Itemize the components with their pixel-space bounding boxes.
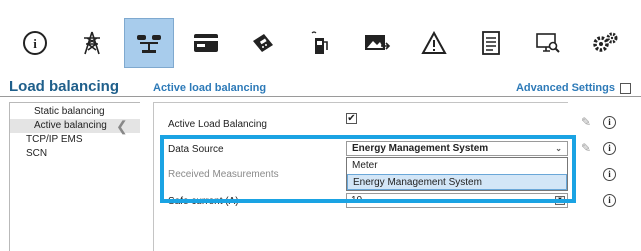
sidebar-item-active-balancing[interactable]: Active balancing ❮ <box>10 119 140 133</box>
charging-station-icon <box>311 31 328 54</box>
transfer-tab[interactable] <box>352 18 402 68</box>
sidebar-item-static-balancing[interactable]: Static balancing <box>10 103 140 119</box>
header-divider <box>0 96 641 97</box>
warning-icon <box>421 31 447 54</box>
load-balancing-tab[interactable] <box>124 18 174 68</box>
svg-text:i: i <box>33 36 37 51</box>
advanced-settings-toggle[interactable]: Advanced Settings <box>516 82 631 94</box>
checkmark-icon: ✔ <box>347 113 356 124</box>
active-load-balancing-checkbox[interactable]: ✔ <box>346 113 357 124</box>
card-tab[interactable] <box>181 18 231 68</box>
document-icon <box>482 31 500 55</box>
charging-tab[interactable] <box>295 18 345 68</box>
info-circle-icon[interactable]: i <box>603 142 616 155</box>
sidebar-item-label: TCP/IP EMS <box>26 134 83 145</box>
sidebar-item-tcpip-ems[interactable]: TCP/IP EMS <box>10 133 140 147</box>
section-subtitle: Active load balancing <box>153 82 267 94</box>
info-circle-icon[interactable]: i <box>603 168 616 181</box>
highlight-box <box>160 135 576 203</box>
warning-tab[interactable] <box>409 18 459 68</box>
power-tower-icon <box>84 31 100 55</box>
sidebar-item-label: Active balancing <box>34 120 107 131</box>
sidebar-item-label: Static balancing <box>34 106 105 117</box>
monitor-search-icon <box>536 33 560 53</box>
edit-pencil-icon[interactable]: ✎ <box>581 141 591 155</box>
card-icon <box>194 34 218 52</box>
sidebar-item-label: SCN <box>26 148 48 159</box>
info-tab[interactable]: i <box>10 18 60 68</box>
image-transfer-icon <box>365 35 391 50</box>
edit-pencil-icon[interactable]: ✎ <box>581 115 591 129</box>
advanced-settings-checkbox[interactable] <box>620 82 631 94</box>
active-load-balancing-label: Active Load Balancing <box>168 119 267 130</box>
load-balancing-icon <box>137 35 161 53</box>
advanced-settings-label: Advanced Settings <box>515 82 615 94</box>
toolbar: i <box>0 0 641 72</box>
payment-tab[interactable] <box>238 18 288 68</box>
info-circle-icon[interactable]: i <box>603 116 616 129</box>
sidebar: Static balancing Active balancing ❮ TCP/… <box>9 102 140 251</box>
grid-tab[interactable] <box>67 18 117 68</box>
sidebar-item-scn[interactable]: SCN <box>10 147 140 161</box>
settings-tab[interactable] <box>580 18 630 68</box>
document-tab[interactable] <box>466 18 516 68</box>
info-icon: i <box>23 31 47 55</box>
monitor-tab[interactable] <box>523 18 573 68</box>
page-title: Load balancing <box>9 78 120 95</box>
payment-terminal-icon <box>253 34 273 52</box>
chevron-left-icon: ❮ <box>116 118 128 134</box>
settings-icon <box>593 32 618 52</box>
info-circle-icon[interactable]: i <box>603 194 616 207</box>
